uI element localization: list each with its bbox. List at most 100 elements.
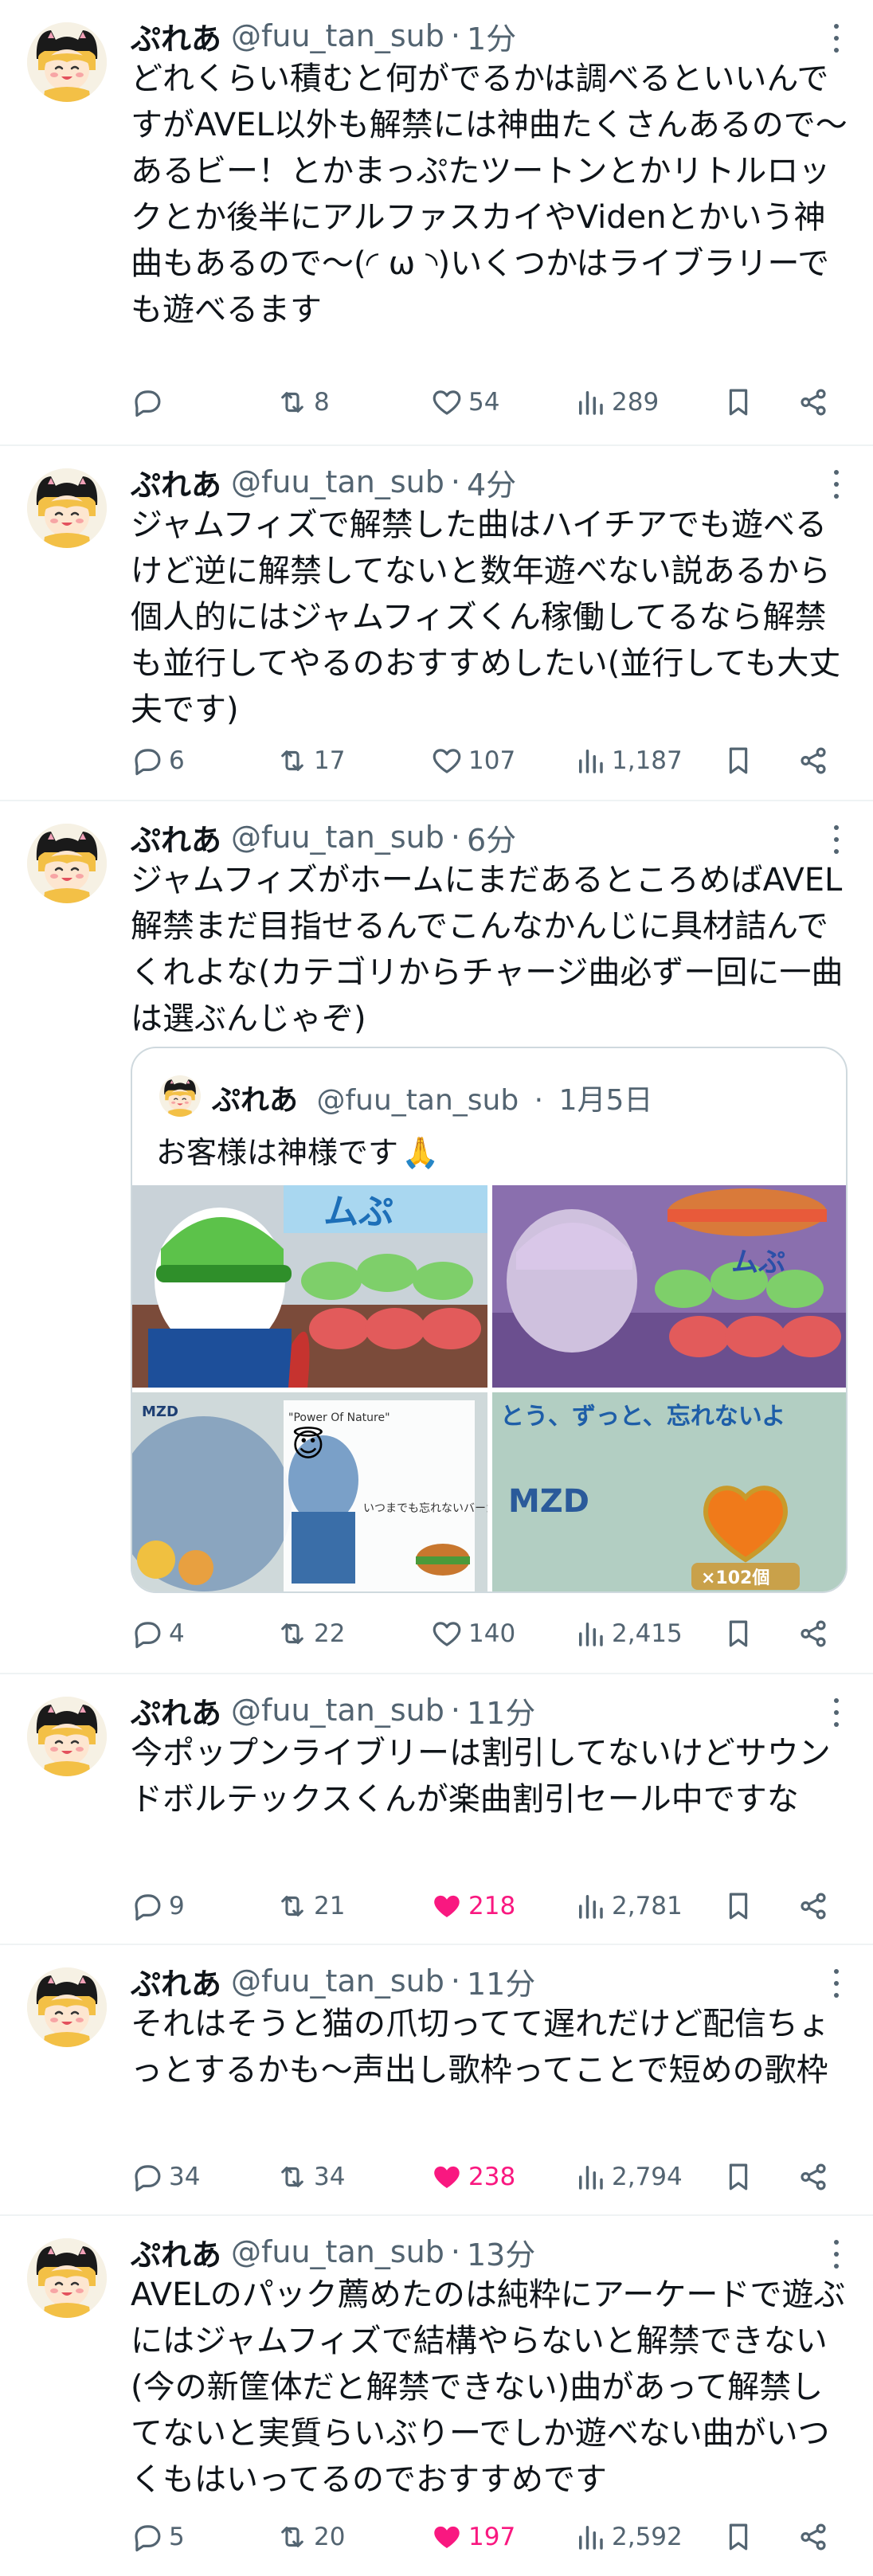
user-handle[interactable]: @fuu_tan_sub — [231, 2234, 444, 2269]
avatar[interactable] — [27, 1967, 107, 2047]
views-button[interactable]: 2,592 — [574, 2519, 683, 2555]
bookmark-icon — [722, 2520, 755, 2554]
reply-button[interactable]: 6 — [131, 742, 185, 779]
display-name[interactable]: ぷれあ — [131, 14, 221, 58]
like-button[interactable]: 54 — [430, 384, 499, 421]
tweet[interactable]: ぷれあ @fuu_tan_sub · 1分 どれくらい積むと何がでるかは調べると… — [0, 0, 873, 446]
timestamp[interactable]: 13分 — [467, 2230, 535, 2274]
share-icon — [797, 386, 830, 419]
timestamp[interactable]: 4分 — [467, 460, 516, 504]
more-icon[interactable] — [828, 2238, 844, 2270]
user-handle[interactable]: @fuu_tan_sub — [231, 18, 444, 53]
quote-tweet[interactable]: ぷれあ @fuu_tan_sub · 1月5日 お客様は神様です 🙏 ムぷ ムぷ… — [131, 1047, 848, 1593]
more-icon[interactable] — [828, 824, 844, 855]
like-button[interactable]: 107 — [430, 742, 515, 779]
reply-button[interactable]: 5 — [131, 2519, 185, 2555]
views-button[interactable]: 2,794 — [574, 2159, 683, 2195]
reply-icon — [131, 2520, 164, 2554]
share-icon — [797, 1889, 830, 1923]
display-name[interactable]: ぷれあ — [131, 1689, 221, 1732]
tweet[interactable]: ぷれあ @fuu_tan_sub · 4分 ジャムフィズで解禁した曲はハイチアで… — [0, 446, 873, 801]
retweet-icon — [276, 1889, 309, 1923]
pop-character-green-cap-image[interactable]: ムぷ — [132, 1185, 487, 1388]
like-button[interactable]: 218 — [430, 1888, 515, 1924]
like-button[interactable]: 197 — [430, 2519, 515, 2555]
burger-heart-card-image[interactable]: とう、ずっと、忘れないよ MZD ×102個 — [492, 1392, 846, 1591]
user-handle[interactable]: @fuu_tan_sub — [231, 820, 444, 855]
more-icon[interactable] — [828, 22, 844, 54]
display-name[interactable]: ぷれあ — [131, 2230, 221, 2274]
user-handle[interactable]: @fuu_tan_sub — [231, 1693, 444, 1728]
tweet[interactable]: ぷれあ @fuu_tan_sub · 11分 今ポップンライブリーは割引してない… — [0, 1674, 873, 1945]
retweet-button[interactable]: 22 — [276, 1615, 345, 1652]
quote-media-grid[interactable]: ムぷ ムぷ "Power Of Nature" いつまでも忘れないバー MZD … — [132, 1185, 846, 1591]
bookmark-button[interactable] — [722, 1615, 760, 1652]
retweet-count: 22 — [314, 1619, 346, 1648]
like-count: 197 — [468, 2523, 516, 2551]
retweet-button[interactable]: 17 — [276, 742, 345, 779]
timestamp[interactable]: 1分 — [467, 14, 516, 58]
view-count: 289 — [612, 388, 660, 417]
share-button[interactable] — [797, 2159, 835, 2195]
display-name[interactable]: ぷれあ — [131, 460, 221, 504]
reply-button[interactable]: 34 — [131, 2159, 200, 2195]
retweet-button[interactable]: 34 — [276, 2159, 345, 2195]
like-button[interactable]: 140 — [430, 1615, 515, 1652]
display-name[interactable]: ぷれあ — [131, 1959, 221, 2003]
timestamp[interactable]: 6分 — [467, 816, 516, 859]
bookmark-button[interactable] — [722, 742, 760, 779]
retweet-button[interactable]: 21 — [276, 1888, 345, 1924]
avatar[interactable] — [27, 824, 107, 903]
heart-filled-icon — [430, 2520, 464, 2554]
bookmark-button[interactable] — [722, 2519, 760, 2555]
separator-dot: · — [450, 820, 460, 855]
timestamp[interactable]: 11分 — [467, 1959, 535, 2003]
avatar[interactable] — [27, 2238, 107, 2318]
bookmark-button[interactable] — [722, 1888, 760, 1924]
bookmark-icon — [722, 1617, 755, 1650]
retweet-button[interactable]: 8 — [276, 384, 330, 421]
views-button[interactable]: 289 — [574, 384, 659, 421]
bookmark-button[interactable] — [722, 2159, 760, 2195]
views-button[interactable]: 2,781 — [574, 1888, 683, 1924]
user-handle[interactable]: @fuu_tan_sub — [231, 464, 444, 499]
heart-icon — [430, 744, 464, 777]
separator-dot: · — [450, 1963, 460, 1999]
more-icon[interactable] — [828, 468, 844, 500]
views-button[interactable]: 2,415 — [574, 1615, 683, 1652]
retweet-button[interactable]: 20 — [276, 2519, 345, 2555]
more-icon[interactable] — [828, 1967, 844, 1999]
share-button[interactable] — [797, 1615, 835, 1652]
reply-button[interactable] — [131, 384, 169, 421]
tweet[interactable]: ぷれあ @fuu_tan_sub · 11分 それはそうと猫の爪切ってて遅れだけ… — [0, 1945, 873, 2216]
views-button[interactable]: 1,187 — [574, 742, 683, 779]
reply-button[interactable]: 9 — [131, 1888, 185, 1924]
pop-character-purple-image[interactable]: ムぷ — [492, 1185, 846, 1388]
album-artwork-card-image[interactable]: "Power Of Nature" いつまでも忘れないバーガー MZD 😇 — [132, 1392, 487, 1591]
retweet-icon — [276, 2160, 309, 2194]
retweet-icon — [276, 386, 309, 419]
share-button[interactable] — [797, 2519, 835, 2555]
avatar[interactable] — [27, 1697, 107, 1776]
user-handle[interactable]: @fuu_tan_sub — [231, 1963, 444, 1999]
avatar[interactable] — [27, 22, 107, 102]
display-name[interactable]: ぷれあ — [131, 816, 221, 859]
views-icon — [574, 1617, 607, 1650]
quote-text: お客様は神様です 🙏 — [156, 1128, 439, 1172]
tweet[interactable]: ぷれあ @fuu_tan_sub · 6分 ジャムフィズがホームにまだあるところ… — [0, 801, 873, 1674]
like-count: 140 — [468, 1619, 516, 1648]
more-icon[interactable] — [828, 1697, 844, 1728]
reply-icon — [131, 1889, 164, 1923]
views-icon — [574, 2160, 607, 2194]
svg-text:😇: 😇 — [292, 1427, 325, 1464]
share-button[interactable] — [797, 1888, 835, 1924]
timestamp[interactable]: 11分 — [467, 1689, 535, 1732]
praying-hands-emoji: 🙏 — [401, 1135, 440, 1170]
like-button[interactable]: 238 — [430, 2159, 515, 2195]
reply-button[interactable]: 4 — [131, 1615, 185, 1652]
avatar[interactable] — [27, 468, 107, 548]
tweet[interactable]: ぷれあ @fuu_tan_sub · 13分 AVELのパック薦めたのは純粋にア… — [0, 2216, 873, 2576]
share-button[interactable] — [797, 742, 835, 779]
bookmark-button[interactable] — [722, 384, 760, 421]
share-button[interactable] — [797, 384, 835, 421]
